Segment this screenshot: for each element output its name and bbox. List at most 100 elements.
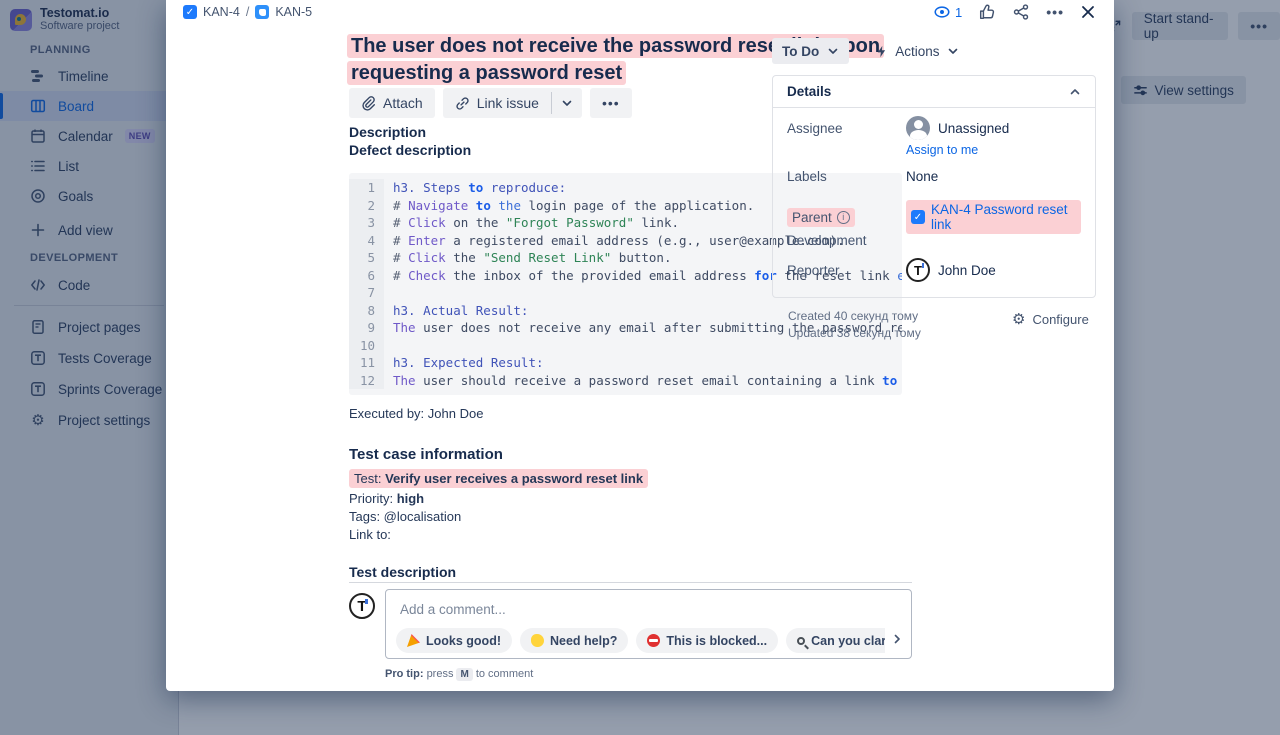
details-header[interactable]: Details bbox=[773, 76, 1095, 108]
m-keycap: M bbox=[456, 668, 472, 681]
breadcrumb-child-key[interactable]: KAN-5 bbox=[275, 5, 312, 19]
reporter-value[interactable]: TJohn Doe bbox=[906, 258, 996, 282]
code-line-number: 9 bbox=[349, 319, 384, 337]
code-line-number: 3 bbox=[349, 214, 384, 232]
subtask-icon bbox=[255, 5, 269, 19]
more-actions-button[interactable]: ••• bbox=[1046, 4, 1064, 20]
issue-toolbar: Attach Link issue ••• bbox=[349, 88, 632, 118]
link-issue-button[interactable]: Link issue bbox=[443, 88, 551, 118]
toolbar-more-button[interactable]: ••• bbox=[590, 88, 632, 118]
breadcrumb-parent-key[interactable]: KAN-4 bbox=[203, 5, 240, 19]
chevron-down-icon bbox=[561, 97, 573, 109]
thumbs-up-icon bbox=[978, 3, 996, 21]
quick-reply-blocked[interactable]: This is blocked... bbox=[636, 628, 778, 653]
code-line-number: 6 bbox=[349, 267, 384, 285]
code-line: h3. Actual Result: bbox=[384, 302, 528, 320]
code-line-number: 2 bbox=[349, 197, 384, 215]
quick-reply-need-help[interactable]: Need help? bbox=[520, 628, 628, 653]
code-line: The user should receive a password reset… bbox=[384, 372, 902, 390]
paperclip-icon bbox=[361, 96, 376, 111]
details-panel: Details Assignee Unassigned Assign to me… bbox=[772, 75, 1096, 298]
priority-line: Priority: high bbox=[349, 491, 424, 506]
quick-reply-scroll-right[interactable] bbox=[891, 632, 903, 650]
link-issue-split-button: Link issue bbox=[443, 88, 582, 118]
test-case-info-heading: Test case information bbox=[349, 446, 503, 463]
tags-line: Tags: @localisation bbox=[349, 509, 461, 524]
gear-icon: ⚙ bbox=[1012, 310, 1025, 328]
development-label: Development bbox=[787, 233, 906, 248]
defect-description-heading: Defect description bbox=[349, 142, 471, 158]
breadcrumb: ✓ KAN-4 / KAN-5 bbox=[183, 5, 312, 19]
code-line: # Click the "Send Reset Link" button. bbox=[384, 249, 671, 267]
issue-modal: ✓ KAN-4 / KAN-5 1 ••• The user does not … bbox=[166, 0, 1114, 691]
parent-row: Parenti ✓KAN-4 Password reset link bbox=[787, 200, 1081, 234]
reporter-avatar: T bbox=[906, 258, 930, 282]
pro-tip: Pro tip: pressMto comment bbox=[385, 668, 533, 681]
code-line bbox=[384, 284, 401, 302]
code-line-number: 10 bbox=[349, 337, 384, 355]
priority-value: high bbox=[397, 491, 424, 506]
lightning-icon bbox=[875, 45, 888, 58]
chevron-down-icon bbox=[827, 45, 839, 57]
like-button[interactable] bbox=[978, 3, 996, 21]
assignee-row: Assignee Unassigned bbox=[787, 116, 1081, 140]
chevron-right-icon bbox=[891, 633, 903, 645]
assign-to-me-row: Assign to me bbox=[787, 143, 1081, 157]
link-to-line: Link to: bbox=[349, 527, 391, 542]
test-line: Test: Verify user receives a password re… bbox=[349, 471, 648, 486]
watch-eye-icon bbox=[933, 3, 951, 21]
code-row: 11h3. Expected Result: bbox=[349, 354, 902, 372]
actions-dropdown[interactable]: Actions bbox=[875, 44, 958, 59]
comment-input[interactable]: Add a comment... bbox=[400, 602, 506, 617]
quick-reply-clarify[interactable]: Can you clarify...? bbox=[786, 628, 885, 653]
assign-to-me-link[interactable]: Assign to me bbox=[906, 143, 978, 157]
comment-box[interactable]: Add a comment... Looks good! Need help? … bbox=[385, 589, 912, 659]
configure-button[interactable]: ⚙ Configure bbox=[1012, 310, 1089, 328]
link-icon bbox=[455, 96, 470, 111]
assignee-value[interactable]: Unassigned bbox=[906, 116, 1009, 140]
code-line-number: 4 bbox=[349, 232, 384, 250]
code-line-number: 11 bbox=[349, 354, 384, 372]
current-user-avatar: T bbox=[349, 593, 375, 619]
section-divider bbox=[349, 582, 912, 583]
magnifier-icon bbox=[797, 637, 805, 645]
status-dropdown[interactable]: To Do bbox=[772, 38, 849, 64]
parent-value[interactable]: ✓KAN-4 Password reset link bbox=[906, 200, 1081, 234]
code-line-number: 1 bbox=[349, 179, 384, 197]
assignee-label: Assignee bbox=[787, 121, 906, 136]
labels-row: Labels None bbox=[787, 169, 1081, 184]
code-line: # Navigate to the login page of the appl… bbox=[384, 197, 754, 215]
code-line-number: 8 bbox=[349, 302, 384, 320]
link-issue-dropdown[interactable] bbox=[552, 88, 582, 118]
share-button[interactable] bbox=[1012, 3, 1030, 21]
close-icon[interactable] bbox=[1080, 4, 1096, 20]
labels-value[interactable]: None bbox=[906, 169, 938, 184]
code-line-number: 5 bbox=[349, 249, 384, 267]
task-check-icon: ✓ bbox=[183, 5, 197, 19]
breadcrumb-separator: / bbox=[246, 5, 249, 19]
unassigned-avatar bbox=[906, 116, 930, 140]
code-line bbox=[384, 337, 401, 355]
code-line-number: 12 bbox=[349, 372, 384, 390]
party-icon bbox=[407, 634, 420, 647]
chevron-up-icon bbox=[1069, 86, 1081, 98]
executed-by-text: Executed by: John Doe bbox=[349, 406, 483, 421]
quick-reply-row: Looks good! Need help? This is blocked..… bbox=[396, 628, 885, 653]
watch-count: 1 bbox=[955, 5, 962, 20]
attach-button[interactable]: Attach bbox=[349, 88, 435, 118]
development-row: Development bbox=[787, 233, 1081, 248]
created-timestamp: Created 40 секунд тому bbox=[788, 309, 918, 323]
quick-reply-looks-good[interactable]: Looks good! bbox=[396, 628, 512, 653]
status-row: To Do Actions bbox=[772, 38, 959, 64]
description-heading: Description bbox=[349, 124, 426, 140]
reporter-label: Reporter bbox=[787, 263, 906, 278]
updated-timestamp: Updated 38 секунд тому bbox=[788, 326, 921, 340]
info-icon: i bbox=[837, 211, 850, 224]
watch-button[interactable]: 1 bbox=[933, 3, 962, 21]
code-line: h3. Steps to reproduce: bbox=[384, 179, 566, 197]
wave-icon bbox=[531, 634, 544, 647]
issue-header-actions: 1 ••• bbox=[933, 3, 1096, 21]
code-line: # Click on the "Forgot Password" link. bbox=[384, 214, 679, 232]
blocked-icon bbox=[647, 634, 660, 647]
code-line: h3. Expected Result: bbox=[384, 354, 544, 372]
